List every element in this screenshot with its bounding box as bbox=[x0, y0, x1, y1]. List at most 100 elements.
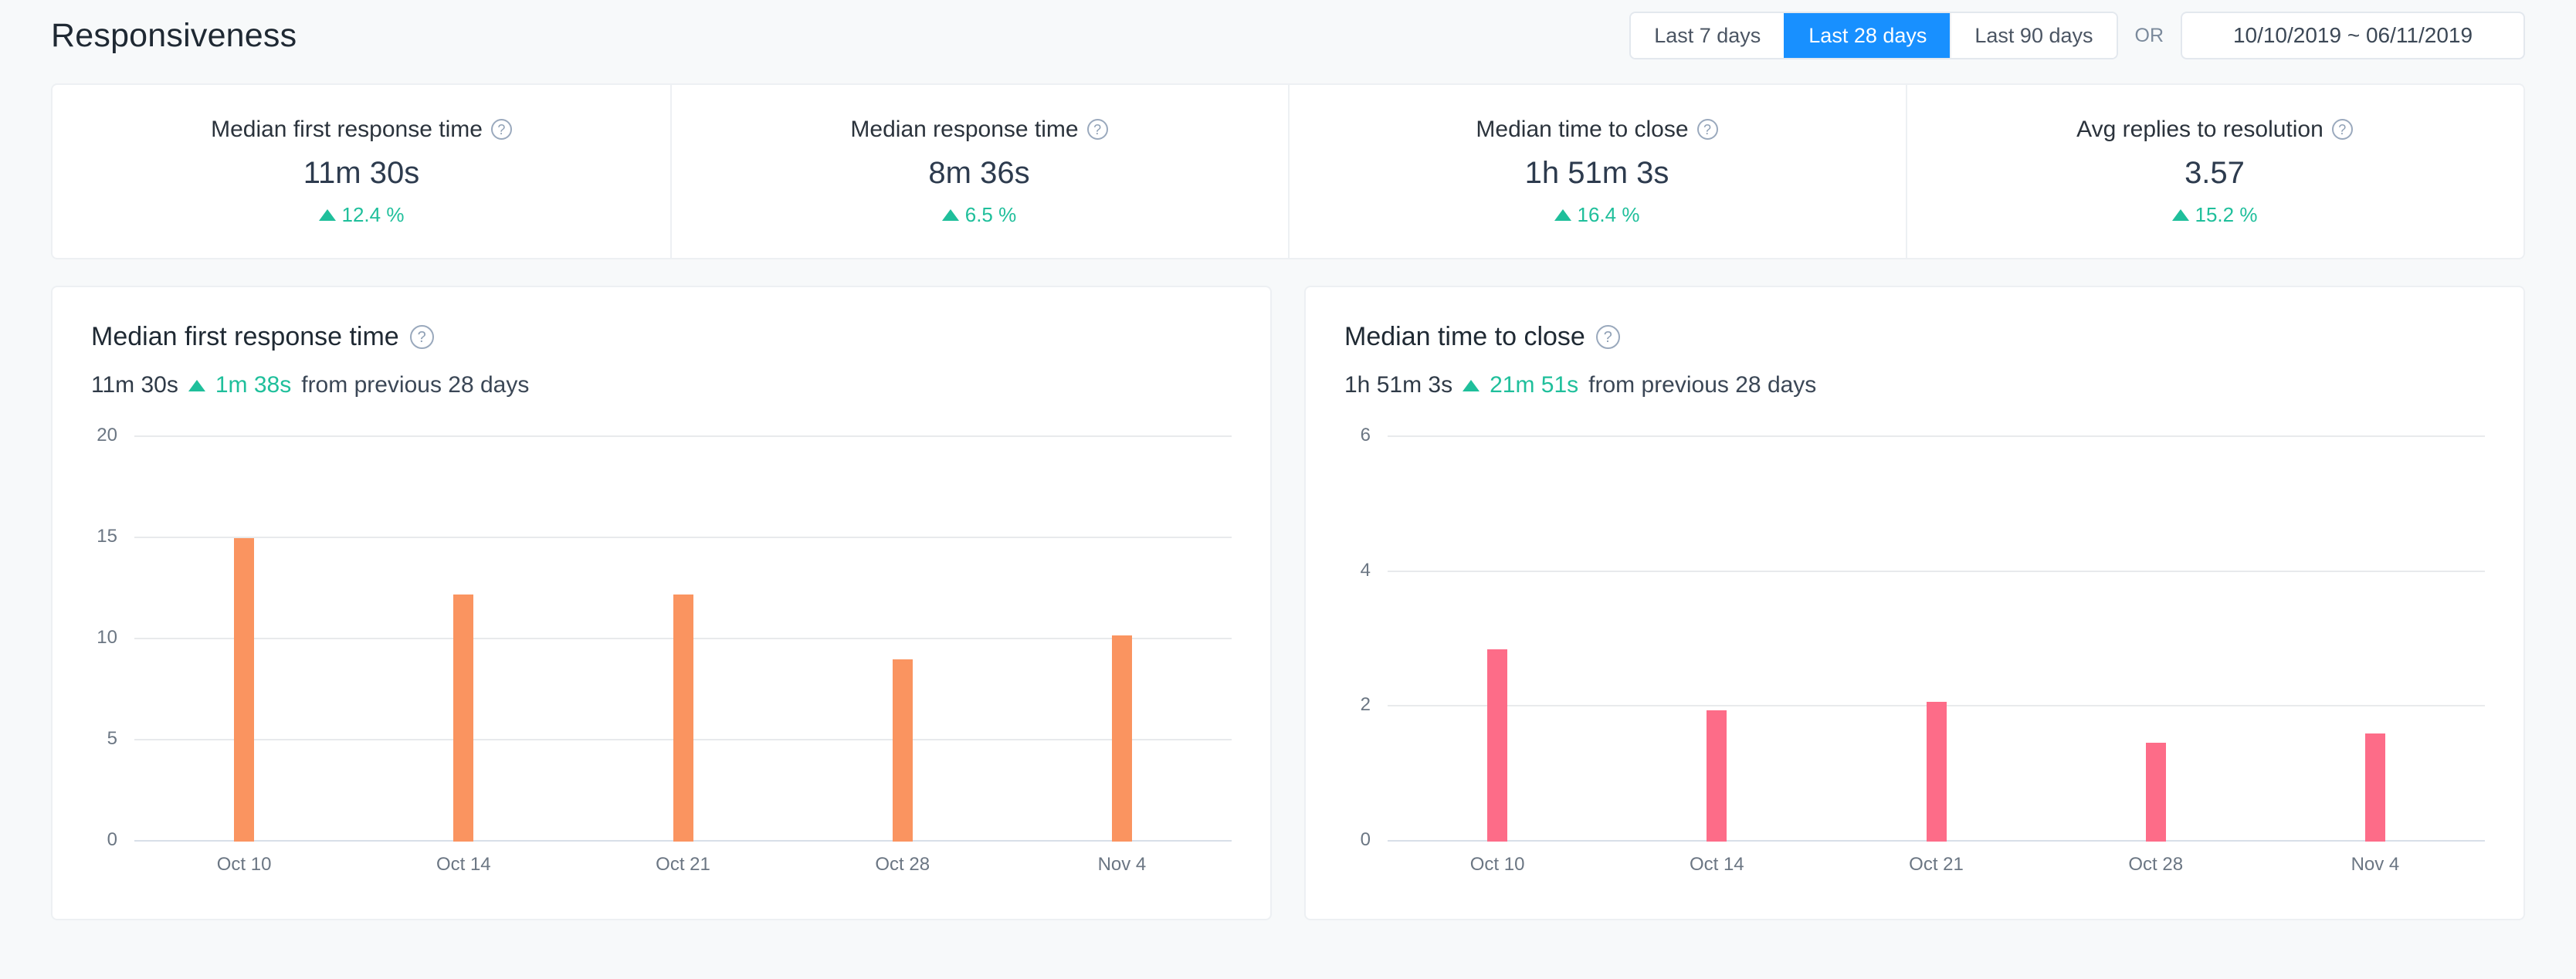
bar-slot bbox=[1607, 437, 1826, 842]
chart-summary: 1h 51m 3s 21m 51s from previous 28 days bbox=[1344, 372, 2485, 398]
chart-summary-value: 11m 30s bbox=[91, 372, 178, 398]
y-axis-tick-label: 5 bbox=[107, 728, 117, 749]
triangle-up-icon bbox=[318, 208, 336, 221]
range-button-last-28-days[interactable]: Last 28 days bbox=[1784, 13, 1951, 58]
bar-nov-4[interactable] bbox=[2364, 733, 2385, 842]
x-axis-tick-label: Nov 4 bbox=[1097, 854, 1147, 875]
kpi-label-text: Median first response time bbox=[211, 116, 483, 142]
kpi-median-response-time: Median response time ? 8m 36s 6.5 % bbox=[670, 85, 1288, 258]
y-axis-tick-label: 4 bbox=[1360, 559, 1371, 581]
x-axis-tick-label: Oct 21 bbox=[656, 854, 710, 875]
range-button-group: Last 7 days Last 28 days Last 90 days bbox=[1629, 12, 2118, 59]
x-axis-tick-label: Oct 28 bbox=[2128, 854, 2184, 875]
y-axis-tick-label: 2 bbox=[1360, 694, 1371, 716]
kpi-value: 1h 51m 3s bbox=[1524, 155, 1669, 190]
chart-title: Median first response time ? bbox=[91, 322, 1232, 352]
kpi-label-text: Median time to close bbox=[1476, 116, 1689, 142]
bar-oct-21[interactable] bbox=[673, 595, 693, 842]
kpi-label-text: Median response time bbox=[850, 116, 1079, 142]
chart-summary: 11m 30s 1m 38s from previous 28 days bbox=[91, 372, 1232, 398]
kpi-label: Avg replies to resolution ? bbox=[2076, 117, 2353, 143]
bar-nov-4[interactable] bbox=[1111, 635, 1132, 842]
kpi-median-first-response-time: Median first response time ? 11m 30s 12.… bbox=[53, 85, 670, 258]
chart-x-axis-labels: Oct 10 Oct 14 Oct 21 Oct 28 Nov 4 bbox=[134, 842, 1232, 888]
y-axis-tick-label: 0 bbox=[107, 829, 117, 850]
x-axis-tick-label: Oct 14 bbox=[1689, 854, 1744, 875]
y-axis-tick-label: 10 bbox=[97, 627, 117, 648]
range-button-last-7-days[interactable]: Last 7 days bbox=[1631, 13, 1785, 58]
chart-bars bbox=[1388, 437, 2485, 842]
bar-slot bbox=[354, 437, 573, 842]
kpi-avg-replies-to-resolution: Avg replies to resolution ? 3.57 15.2 % bbox=[1906, 85, 2523, 258]
kpi-label: Median response time ? bbox=[850, 116, 1108, 143]
y-axis-tick-label: 6 bbox=[1360, 425, 1371, 445]
bar-oct-10[interactable] bbox=[1487, 649, 1508, 842]
triangle-up-icon bbox=[941, 208, 959, 221]
x-axis-tick-label: Oct 21 bbox=[1909, 854, 1964, 875]
bar-slot bbox=[1012, 437, 1232, 842]
question-circle-icon[interactable]: ? bbox=[1595, 325, 1620, 349]
bar-slot bbox=[2266, 437, 2485, 842]
chart-card-median-time-to-close: Median time to close ? 1h 51m 3s 21m 51s… bbox=[1304, 286, 2525, 920]
bar-oct-14[interactable] bbox=[1707, 710, 1727, 842]
chart-x-axis-labels: Oct 10 Oct 14 Oct 21 Oct 28 Nov 4 bbox=[1388, 842, 2485, 888]
bar-slot bbox=[1826, 437, 2046, 842]
kpi-delta-text: 16.4 % bbox=[1577, 202, 1640, 226]
kpi-value: 8m 36s bbox=[928, 155, 1030, 190]
kpi-label: Median first response time ? bbox=[211, 117, 512, 143]
chart-bars bbox=[134, 437, 1232, 842]
question-circle-icon[interactable]: ? bbox=[1696, 119, 1718, 140]
bar-oct-28[interactable] bbox=[892, 659, 913, 842]
kpi-median-time-to-close: Median time to close ? 1h 51m 3s 16.4 % bbox=[1288, 85, 1906, 258]
kpi-delta-text: 6.5 % bbox=[964, 202, 1017, 226]
x-axis-tick-label: Oct 10 bbox=[1469, 854, 1525, 875]
range-button-last-90-days[interactable]: Last 90 days bbox=[1950, 13, 2117, 58]
y-axis-tick-label: 20 bbox=[97, 425, 117, 445]
bar-chart-first-response: 0 5 10 15 20 Oct 10 Oct 14 Oct 21 Oct 28 Nov 4 bbox=[91, 425, 1232, 888]
question-circle-icon[interactable]: ? bbox=[2331, 119, 2353, 140]
page-title: Responsiveness bbox=[51, 16, 297, 54]
triangle-up-icon bbox=[1554, 208, 1571, 221]
kpi-delta: 16.4 % bbox=[1554, 202, 1640, 227]
bar-oct-14[interactable] bbox=[453, 595, 474, 842]
responsiveness-dashboard: Responsiveness Last 7 days Last 28 days … bbox=[0, 0, 2576, 979]
charts-row: Median first response time ? 11m 30s 1m … bbox=[51, 286, 2525, 920]
kpi-delta-text: 12.4 % bbox=[341, 202, 405, 226]
triangle-up-icon bbox=[188, 379, 205, 391]
y-axis-tick-label: 15 bbox=[97, 526, 117, 547]
x-axis-tick-label: Oct 14 bbox=[436, 854, 491, 875]
question-circle-icon[interactable]: ? bbox=[1086, 119, 1108, 140]
bar-slot bbox=[793, 437, 1012, 842]
chart-delta-value: 21m 51s bbox=[1490, 372, 1579, 398]
y-axis-tick-label: 0 bbox=[1360, 829, 1371, 850]
chart-delta-value: 1m 38s bbox=[215, 372, 292, 398]
bar-slot bbox=[573, 437, 792, 842]
chart-delta-suffix: from previous 28 days bbox=[301, 372, 530, 398]
chart-title-text: Median first response time bbox=[91, 322, 399, 351]
date-range-controls: Last 7 days Last 28 days Last 90 days OR… bbox=[1629, 12, 2525, 59]
kpi-delta-text: 15.2 % bbox=[2195, 202, 2258, 226]
page-header: Responsiveness Last 7 days Last 28 days … bbox=[0, 0, 2576, 71]
chart-card-median-first-response-time: Median first response time ? 11m 30s 1m … bbox=[51, 286, 1272, 920]
x-axis-tick-label: Oct 28 bbox=[875, 854, 930, 875]
triangle-up-icon bbox=[1463, 379, 1480, 391]
bar-oct-10[interactable] bbox=[234, 538, 255, 842]
kpi-summary-card: Median first response time ? 11m 30s 12.… bbox=[51, 83, 2525, 259]
bar-slot bbox=[2046, 437, 2266, 842]
kpi-delta: 12.4 % bbox=[318, 202, 405, 227]
x-axis-tick-label: Nov 4 bbox=[2351, 854, 2400, 875]
question-circle-icon[interactable]: ? bbox=[490, 119, 512, 140]
question-circle-icon[interactable]: ? bbox=[409, 325, 434, 349]
triangle-up-icon bbox=[2171, 208, 2189, 221]
kpi-delta: 6.5 % bbox=[941, 202, 1017, 227]
bar-slot bbox=[1388, 437, 1607, 842]
bar-oct-21[interactable] bbox=[1926, 702, 1947, 842]
date-range-input[interactable]: 10/10/2019 ~ 06/11/2019 bbox=[2181, 12, 2525, 59]
chart-summary-value: 1h 51m 3s bbox=[1344, 372, 1453, 398]
bar-chart-time-to-close: 0 2 4 6 Oct 10 Oct 14 Oct 21 Oct 28 Nov 4 bbox=[1344, 425, 2485, 888]
chart-title-text: Median time to close bbox=[1344, 322, 1585, 351]
chart-title: Median time to close ? bbox=[1344, 322, 2485, 352]
kpi-value: 3.57 bbox=[2185, 155, 2245, 190]
kpi-label-text: Avg replies to resolution bbox=[2076, 116, 2323, 142]
bar-oct-28[interactable] bbox=[2145, 742, 2166, 842]
